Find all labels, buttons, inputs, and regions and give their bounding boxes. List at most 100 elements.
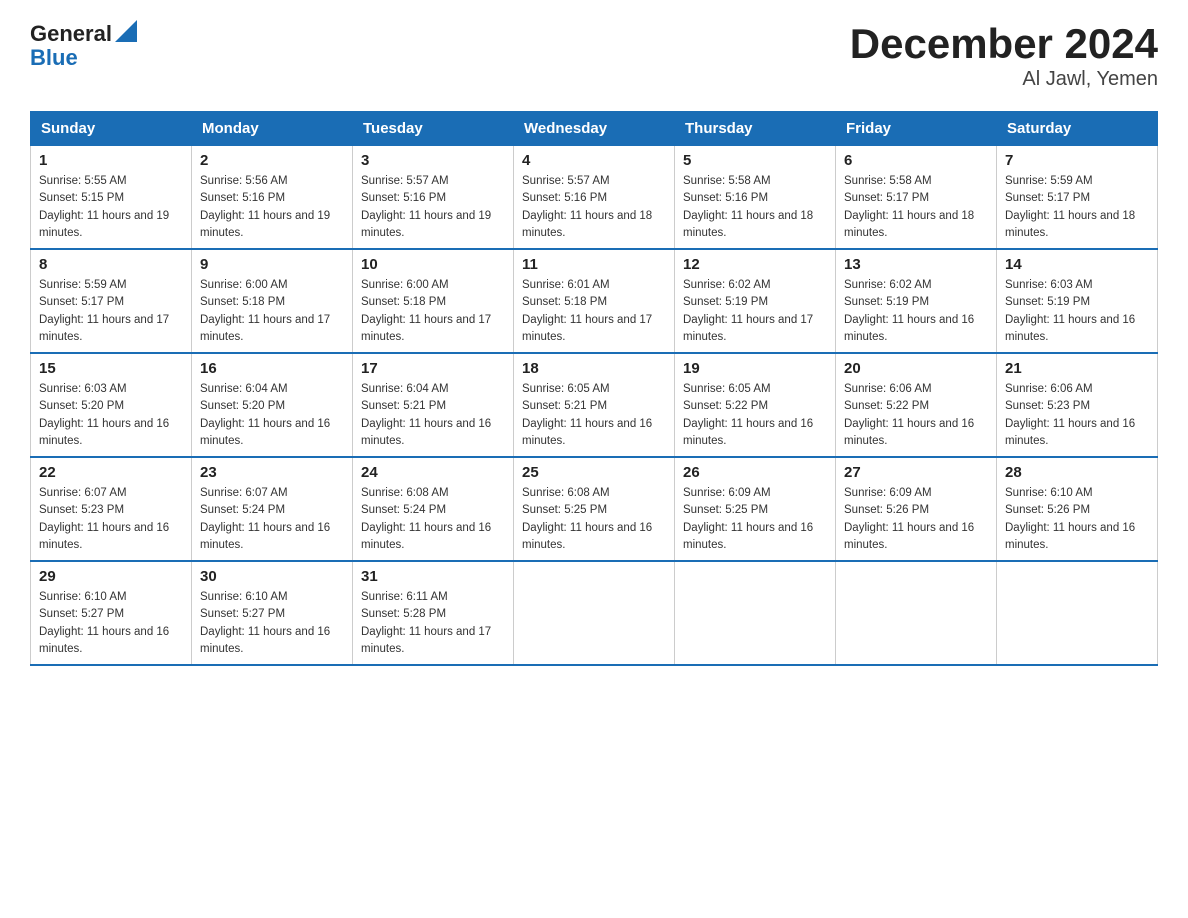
day-info: Sunrise: 6:03 AMSunset: 5:20 PMDaylight:… bbox=[39, 383, 169, 447]
day-number: 19 bbox=[683, 360, 827, 377]
day-info: Sunrise: 6:10 AMSunset: 5:27 PMDaylight:… bbox=[200, 591, 330, 655]
calendar-table: Sunday Monday Tuesday Wednesday Thursday… bbox=[30, 111, 1158, 666]
day-info: Sunrise: 5:59 AMSunset: 5:17 PMDaylight:… bbox=[39, 279, 169, 343]
day-number: 16 bbox=[200, 360, 344, 377]
day-info: Sunrise: 6:03 AMSunset: 5:19 PMDaylight:… bbox=[1005, 279, 1135, 343]
day-info: Sunrise: 6:09 AMSunset: 5:26 PMDaylight:… bbox=[844, 487, 974, 551]
day-number: 18 bbox=[522, 360, 666, 377]
table-row: 5 Sunrise: 5:58 AMSunset: 5:16 PMDayligh… bbox=[675, 146, 836, 250]
calendar-week-row: 29 Sunrise: 6:10 AMSunset: 5:27 PMDaylig… bbox=[31, 561, 1158, 665]
day-number: 15 bbox=[39, 360, 183, 377]
table-row: 18 Sunrise: 6:05 AMSunset: 5:21 PMDaylig… bbox=[514, 353, 675, 457]
page-subtitle: Al Jawl, Yemen bbox=[850, 68, 1158, 91]
day-number: 6 bbox=[844, 152, 988, 169]
table-row: 29 Sunrise: 6:10 AMSunset: 5:27 PMDaylig… bbox=[31, 561, 192, 665]
day-number: 3 bbox=[361, 152, 505, 169]
calendar-week-row: 1 Sunrise: 5:55 AMSunset: 5:15 PMDayligh… bbox=[31, 146, 1158, 250]
day-number: 10 bbox=[361, 256, 505, 273]
table-row: 8 Sunrise: 5:59 AMSunset: 5:17 PMDayligh… bbox=[31, 249, 192, 353]
day-info: Sunrise: 5:59 AMSunset: 5:17 PMDaylight:… bbox=[1005, 175, 1135, 239]
table-row: 2 Sunrise: 5:56 AMSunset: 5:16 PMDayligh… bbox=[192, 146, 353, 250]
table-row: 31 Sunrise: 6:11 AMSunset: 5:28 PMDaylig… bbox=[353, 561, 514, 665]
col-sunday: Sunday bbox=[31, 112, 192, 146]
day-number: 23 bbox=[200, 464, 344, 481]
day-number: 13 bbox=[844, 256, 988, 273]
calendar-week-row: 22 Sunrise: 6:07 AMSunset: 5:23 PMDaylig… bbox=[31, 457, 1158, 561]
table-row: 1 Sunrise: 5:55 AMSunset: 5:15 PMDayligh… bbox=[31, 146, 192, 250]
col-monday: Monday bbox=[192, 112, 353, 146]
day-info: Sunrise: 6:09 AMSunset: 5:25 PMDaylight:… bbox=[683, 487, 813, 551]
day-number: 17 bbox=[361, 360, 505, 377]
day-number: 30 bbox=[200, 568, 344, 585]
table-row: 28 Sunrise: 6:10 AMSunset: 5:26 PMDaylig… bbox=[997, 457, 1158, 561]
logo: General Blue bbox=[30, 20, 137, 71]
table-row: 24 Sunrise: 6:08 AMSunset: 5:24 PMDaylig… bbox=[353, 457, 514, 561]
day-info: Sunrise: 6:04 AMSunset: 5:20 PMDaylight:… bbox=[200, 383, 330, 447]
day-number: 7 bbox=[1005, 152, 1149, 169]
day-info: Sunrise: 6:02 AMSunset: 5:19 PMDaylight:… bbox=[844, 279, 974, 343]
day-number: 20 bbox=[844, 360, 988, 377]
table-row: 15 Sunrise: 6:03 AMSunset: 5:20 PMDaylig… bbox=[31, 353, 192, 457]
title-area: December 2024 Al Jawl, Yemen bbox=[850, 20, 1158, 91]
table-row: 10 Sunrise: 6:00 AMSunset: 5:18 PMDaylig… bbox=[353, 249, 514, 353]
table-row: 16 Sunrise: 6:04 AMSunset: 5:20 PMDaylig… bbox=[192, 353, 353, 457]
day-number: 22 bbox=[39, 464, 183, 481]
logo-blue-text: Blue bbox=[30, 45, 78, 71]
table-row: 27 Sunrise: 6:09 AMSunset: 5:26 PMDaylig… bbox=[836, 457, 997, 561]
day-number: 2 bbox=[200, 152, 344, 169]
day-info: Sunrise: 6:07 AMSunset: 5:23 PMDaylight:… bbox=[39, 487, 169, 551]
table-row: 25 Sunrise: 6:08 AMSunset: 5:25 PMDaylig… bbox=[514, 457, 675, 561]
day-info: Sunrise: 6:00 AMSunset: 5:18 PMDaylight:… bbox=[361, 279, 491, 343]
logo-triangle-icon bbox=[115, 20, 137, 42]
logo-general-text: General bbox=[30, 21, 112, 47]
table-row bbox=[836, 561, 997, 665]
day-info: Sunrise: 6:04 AMSunset: 5:21 PMDaylight:… bbox=[361, 383, 491, 447]
day-number: 24 bbox=[361, 464, 505, 481]
day-number: 25 bbox=[522, 464, 666, 481]
day-info: Sunrise: 5:55 AMSunset: 5:15 PMDaylight:… bbox=[39, 175, 169, 239]
calendar-week-row: 8 Sunrise: 5:59 AMSunset: 5:17 PMDayligh… bbox=[31, 249, 1158, 353]
table-row: 20 Sunrise: 6:06 AMSunset: 5:22 PMDaylig… bbox=[836, 353, 997, 457]
day-info: Sunrise: 6:00 AMSunset: 5:18 PMDaylight:… bbox=[200, 279, 330, 343]
day-info: Sunrise: 6:05 AMSunset: 5:22 PMDaylight:… bbox=[683, 383, 813, 447]
table-row: 30 Sunrise: 6:10 AMSunset: 5:27 PMDaylig… bbox=[192, 561, 353, 665]
day-info: Sunrise: 5:58 AMSunset: 5:17 PMDaylight:… bbox=[844, 175, 974, 239]
table-row bbox=[514, 561, 675, 665]
col-thursday: Thursday bbox=[675, 112, 836, 146]
day-number: 1 bbox=[39, 152, 183, 169]
table-row: 12 Sunrise: 6:02 AMSunset: 5:19 PMDaylig… bbox=[675, 249, 836, 353]
day-number: 28 bbox=[1005, 464, 1149, 481]
day-number: 21 bbox=[1005, 360, 1149, 377]
table-row: 7 Sunrise: 5:59 AMSunset: 5:17 PMDayligh… bbox=[997, 146, 1158, 250]
day-number: 9 bbox=[200, 256, 344, 273]
day-info: Sunrise: 5:58 AMSunset: 5:16 PMDaylight:… bbox=[683, 175, 813, 239]
table-row: 9 Sunrise: 6:00 AMSunset: 5:18 PMDayligh… bbox=[192, 249, 353, 353]
col-saturday: Saturday bbox=[997, 112, 1158, 146]
page-header: General Blue December 2024 Al Jawl, Yeme… bbox=[30, 20, 1158, 91]
table-row: 17 Sunrise: 6:04 AMSunset: 5:21 PMDaylig… bbox=[353, 353, 514, 457]
table-row: 23 Sunrise: 6:07 AMSunset: 5:24 PMDaylig… bbox=[192, 457, 353, 561]
table-row: 3 Sunrise: 5:57 AMSunset: 5:16 PMDayligh… bbox=[353, 146, 514, 250]
table-row: 19 Sunrise: 6:05 AMSunset: 5:22 PMDaylig… bbox=[675, 353, 836, 457]
table-row bbox=[997, 561, 1158, 665]
table-row: 21 Sunrise: 6:06 AMSunset: 5:23 PMDaylig… bbox=[997, 353, 1158, 457]
day-info: Sunrise: 5:57 AMSunset: 5:16 PMDaylight:… bbox=[361, 175, 491, 239]
day-info: Sunrise: 6:08 AMSunset: 5:25 PMDaylight:… bbox=[522, 487, 652, 551]
day-number: 31 bbox=[361, 568, 505, 585]
day-info: Sunrise: 6:08 AMSunset: 5:24 PMDaylight:… bbox=[361, 487, 491, 551]
calendar-header-row: Sunday Monday Tuesday Wednesday Thursday… bbox=[31, 112, 1158, 146]
day-number: 5 bbox=[683, 152, 827, 169]
day-info: Sunrise: 6:10 AMSunset: 5:27 PMDaylight:… bbox=[39, 591, 169, 655]
table-row: 11 Sunrise: 6:01 AMSunset: 5:18 PMDaylig… bbox=[514, 249, 675, 353]
day-number: 29 bbox=[39, 568, 183, 585]
day-info: Sunrise: 6:11 AMSunset: 5:28 PMDaylight:… bbox=[361, 591, 491, 655]
table-row: 4 Sunrise: 5:57 AMSunset: 5:16 PMDayligh… bbox=[514, 146, 675, 250]
table-row: 22 Sunrise: 6:07 AMSunset: 5:23 PMDaylig… bbox=[31, 457, 192, 561]
day-number: 11 bbox=[522, 256, 666, 273]
col-tuesday: Tuesday bbox=[353, 112, 514, 146]
day-info: Sunrise: 6:02 AMSunset: 5:19 PMDaylight:… bbox=[683, 279, 813, 343]
day-info: Sunrise: 6:10 AMSunset: 5:26 PMDaylight:… bbox=[1005, 487, 1135, 551]
day-number: 26 bbox=[683, 464, 827, 481]
day-info: Sunrise: 6:06 AMSunset: 5:22 PMDaylight:… bbox=[844, 383, 974, 447]
table-row: 6 Sunrise: 5:58 AMSunset: 5:17 PMDayligh… bbox=[836, 146, 997, 250]
